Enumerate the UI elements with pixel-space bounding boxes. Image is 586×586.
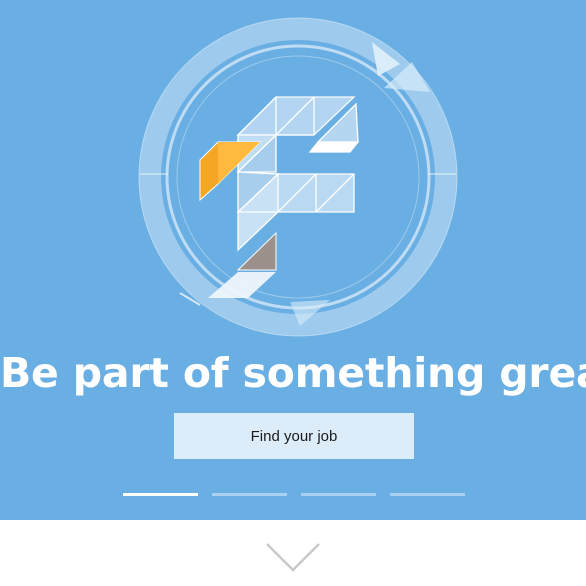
carousel-dot-1[interactable] <box>123 493 198 496</box>
hero-logo-graphic <box>138 17 458 337</box>
carousel-dot-3[interactable] <box>301 493 376 496</box>
hero-banner: Be part of something great Find your job <box>0 0 586 520</box>
carousel-indicators <box>123 493 465 497</box>
f-logo-shape <box>236 96 360 252</box>
scroll-down-button[interactable] <box>263 538 323 574</box>
carousel-dot-4[interactable] <box>390 493 465 496</box>
find-job-button[interactable]: Find your job <box>174 413 414 459</box>
chevron-down-icon <box>266 543 320 572</box>
carousel-dot-2[interactable] <box>212 493 287 496</box>
page-headline: Be part of something great <box>0 349 586 397</box>
